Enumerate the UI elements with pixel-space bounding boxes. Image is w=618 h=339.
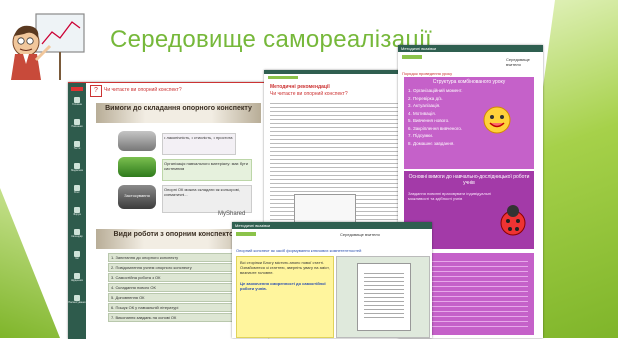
requirement-box-3: Опорні ОК можна складати як кольорові, с…	[162, 185, 252, 213]
doc-heading: Методичні рекомендації	[270, 84, 330, 90]
sidebar-item-label: Налаштування	[68, 301, 86, 304]
sidebar-logo	[71, 87, 83, 91]
sidebar-item[interactable]: Тести	[68, 141, 86, 155]
list-item: 7. Підсумки.	[408, 133, 434, 138]
sidebar: Головна Навчання Тести Медіатека Блог Форум Ка…	[68, 83, 86, 339]
list-item: 2. Повідомлення учнем опорного конспекту	[108, 263, 248, 272]
lesson-structure-panel: Структура комбінованого уроку 1. Організ…	[404, 77, 534, 169]
ladybug-icon	[500, 205, 526, 236]
sidebar-item-label: Чат	[74, 257, 80, 260]
cylinder-1	[118, 131, 156, 151]
list-item: 7. Виконання завдань на основі ОК	[108, 313, 248, 322]
list-item: 2. Перевірка д/з.	[408, 95, 443, 101]
sidebar-item-label: Головна	[72, 103, 82, 106]
requirement-box-2: Організація навчального матеріалу: має б…	[162, 159, 252, 181]
list-item: 5. Доповнення ОК	[108, 293, 248, 302]
sidebar-item[interactable]: Календар	[68, 229, 86, 243]
teacher-mascot-icon	[11, 13, 85, 80]
list-item: 4. Мотивація.	[408, 110, 436, 116]
doc-tab	[268, 76, 298, 79]
research-para: Завдання повинні враховувати індивідуаль…	[408, 191, 492, 201]
sidebar-item[interactable]: Форум	[68, 207, 86, 221]
list-item: 6. Закріплення вивченого.	[408, 125, 463, 131]
bottom-blue-text: Опорний конспект як засіб формування клю…	[236, 248, 362, 253]
list-item: 3. Самостійна робота з ОК	[108, 273, 248, 282]
doc-sub: Чи читаєте ви опорний конспект?	[270, 91, 348, 97]
purple-subheading: Порядок проведення уроку	[402, 71, 453, 76]
research-heading: Основні вимоги до навчально-дослідницько…	[408, 174, 530, 186]
sidebar-item-label: Навчання	[71, 125, 83, 128]
yellow-note-para2: Це заохочення смиренності до самостійної…	[240, 281, 326, 291]
sidebar-item[interactable]: Налаштування	[68, 295, 86, 309]
heading-banner: Вимоги до складання опорного конспекту	[96, 103, 261, 123]
bottom-screenshot: Методичні вказівки Середовище вчителя Оп…	[232, 222, 432, 338]
cylinder-3-label: Застосування	[124, 193, 150, 198]
sidebar-item-label: Щоденник	[71, 279, 83, 282]
sidebar-item[interactable]: Щоденник	[68, 273, 86, 287]
sidebar-item-label: Форум	[73, 213, 81, 216]
book-image	[357, 263, 411, 331]
yellow-note-para1: Всі сторінки Блогу містять анонс нової с…	[240, 260, 330, 275]
list-item: 1. Організаційний момент.	[408, 88, 463, 93]
book-image-frame	[336, 256, 430, 338]
sidebar-item-label: Календар	[71, 235, 83, 238]
sidebar-item-label: Блог	[74, 191, 80, 194]
window-titlebar: Методичні вказівки	[398, 45, 543, 52]
bottom-tab	[236, 232, 256, 236]
window-title: Методичні вказівки	[401, 46, 437, 51]
list-item: 4. Складання нового ОК	[108, 283, 248, 292]
bottom-header-right: Середовище вчителя	[340, 232, 380, 237]
sidebar-item-label: Тести	[73, 147, 81, 150]
sidebar-item-label: Медіатека	[71, 169, 83, 172]
sidebar-item[interactable]: Медіатека	[68, 163, 86, 177]
requirement-box-1: • лаконічність, • стислість, • простота	[162, 133, 236, 155]
question-text: Чи читаєте ви опорний конспект?	[104, 87, 182, 93]
lesson-structure-heading: Структура комбінованого уроку	[432, 79, 506, 85]
list-item: 3. Актуалізація.	[408, 103, 441, 108]
list-item: 8. Домашнє завдання.	[408, 140, 455, 146]
watermark: MyShared	[218, 211, 246, 217]
sidebar-item[interactable]: Чат	[68, 251, 86, 265]
question-icon: ?	[90, 85, 102, 97]
list-item: 6. Пошук ОК у навчальній літературі	[108, 303, 248, 312]
slide-title: Середовище самореалізації	[110, 26, 433, 53]
smiley-icon	[483, 106, 511, 134]
header-right: Середовище вчителя	[506, 57, 530, 67]
heading-text: Вимоги до складання опорного конспекту	[105, 105, 252, 112]
purple-tab	[402, 55, 422, 59]
bottom-window-title: Методичні вказівки	[235, 223, 271, 228]
sidebar-item[interactable]: Блог	[68, 185, 86, 199]
cylinder-3: Застосування	[118, 185, 156, 209]
cylinder-2	[118, 157, 156, 177]
list-item: 5. Вивчення нового.	[408, 118, 450, 123]
doc-figure	[294, 194, 356, 224]
slide-decoration-left	[0, 188, 60, 338]
document-screenshot: Методичні рекомендації Чи читаєте ви опо…	[264, 70, 404, 232]
sidebar-item[interactable]: Навчання	[68, 119, 86, 133]
sidebar-item[interactable]: Головна	[68, 97, 86, 111]
yellow-note: Всі сторінки Блогу містять анонс нової с…	[236, 256, 334, 338]
list-item: 1. Запитання до опорного конспекту	[108, 253, 248, 262]
bottom-titlebar: Методичні вказівки	[232, 222, 432, 229]
